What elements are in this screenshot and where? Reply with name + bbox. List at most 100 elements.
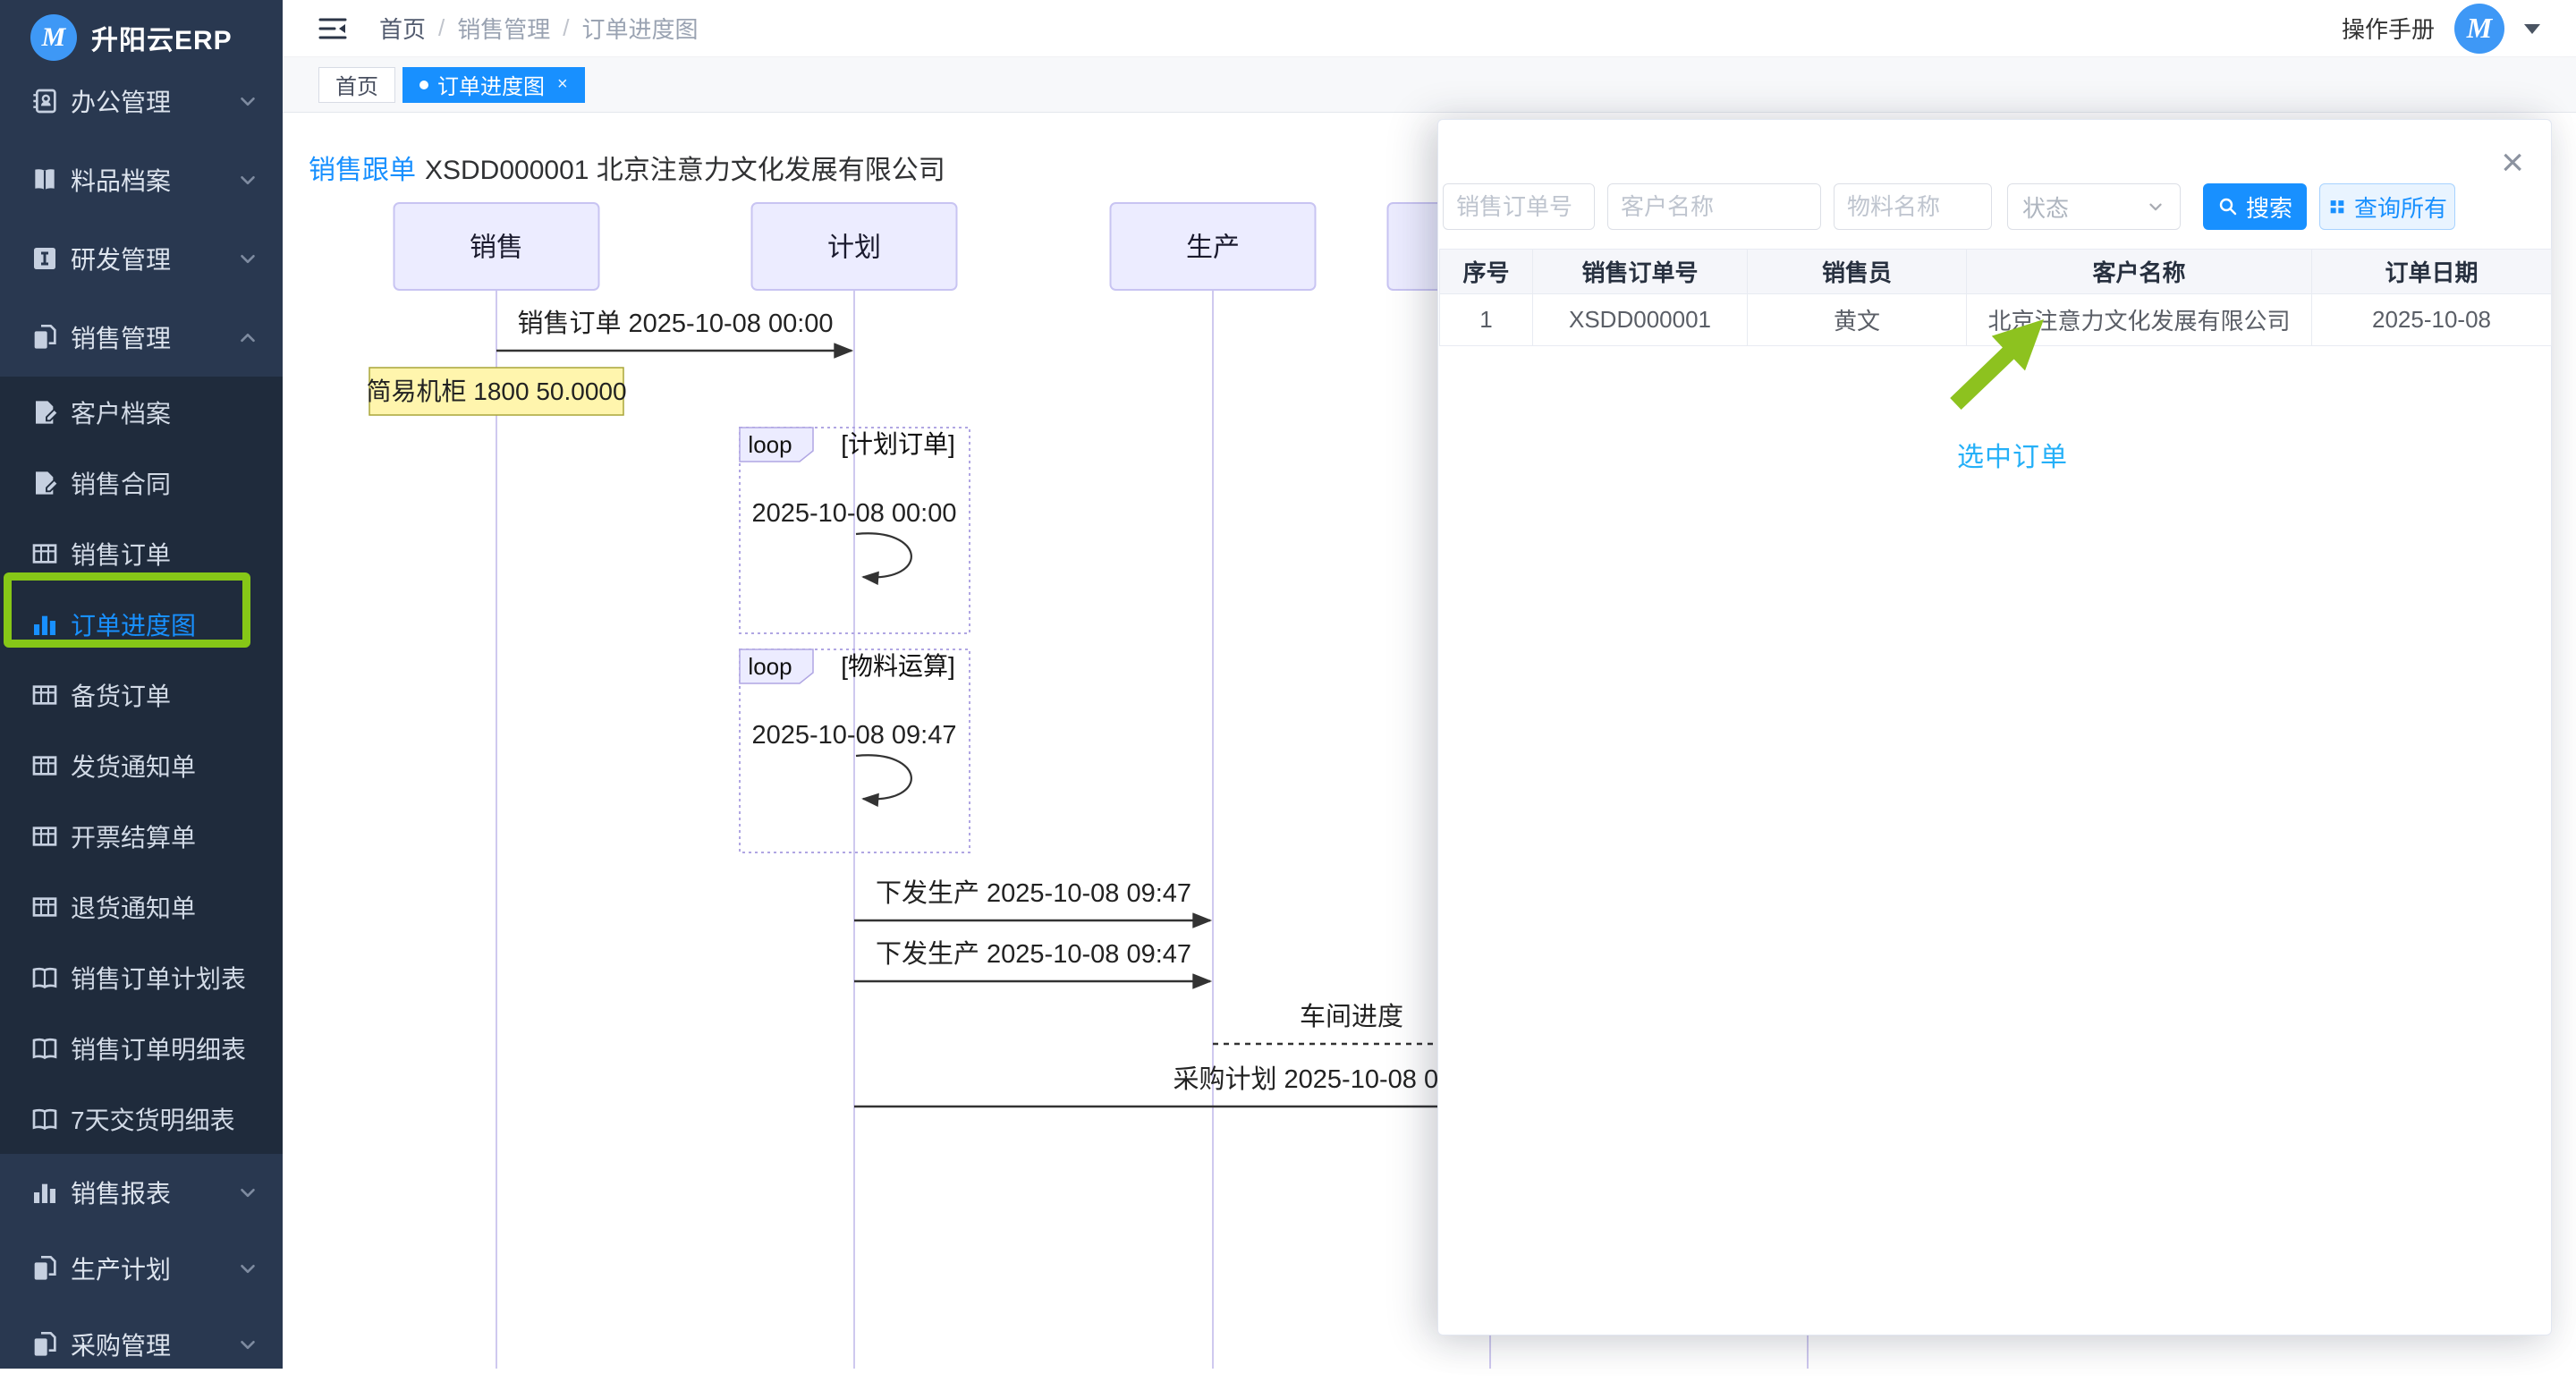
actor-label: 计划 — [827, 233, 881, 263]
sidebar-item-label: 办公管理 — [71, 83, 236, 119]
sidebar-item-sub-10[interactable]: 7天交货明细表 — [0, 1083, 283, 1154]
sidebar-item-sub-7[interactable]: 退货通知单 — [0, 871, 283, 942]
loop-title: loop — [748, 431, 792, 458]
sidebar-item-bottom-1[interactable]: 生产计划 — [0, 1230, 283, 1306]
tab-label: 订单进度图 — [437, 69, 545, 100]
open-book-icon — [30, 1033, 60, 1064]
open-book-icon — [30, 962, 60, 993]
breadcrumb-item-0[interactable]: 首页 — [379, 12, 426, 45]
table-icon — [30, 750, 60, 781]
filter-input-2[interactable] — [1834, 183, 1992, 230]
sidebar-item-sub-4[interactable]: 备货订单 — [0, 659, 283, 730]
orders-col-header-2: 销售员 — [1748, 250, 1967, 294]
sidebar-menu-bottom: 销售报表生产计划采购管理 — [0, 1154, 283, 1382]
app-title: 升阳云ERP — [91, 18, 233, 57]
self-message-label: 2025-10-08 00:00 — [752, 499, 957, 528]
doc-edit-icon — [30, 468, 60, 498]
sidebar-menu-sales-sub: 客户档案销售合同销售订单订单进度图备货订单发货通知单开票结算单退货通知单销售订单… — [0, 377, 283, 1154]
sidebar-item-sub-6[interactable]: 开票结算单 — [0, 801, 283, 871]
orders-col-header-3: 客户名称 — [1967, 250, 2312, 294]
chevron-down-icon — [236, 1181, 259, 1204]
chevron-down-icon — [236, 89, 259, 113]
table-icon — [30, 680, 60, 710]
status-select-placeholder: 状态 — [2022, 191, 2069, 224]
sidebar-item-top-3[interactable]: 销售管理 — [0, 298, 283, 377]
bar-chart-icon — [30, 1177, 60, 1208]
sidebar-item-label: 备货订单 — [71, 677, 259, 713]
sidebar-menu-top: 办公管理料品档案研发管理销售管理 — [0, 62, 283, 377]
breadcrumb-item-1[interactable]: 销售管理 — [457, 12, 550, 45]
selected-order-annotation: 选中订单 — [1957, 435, 2068, 474]
content-area: 销售跟单XSDD000001 北京注意力文化发展有限公司 销售计划生产销售订单 … — [283, 114, 2576, 1369]
erp-app: { "app": {"name": "升阳云ERP", "accent": "#… — [0, 0, 2576, 1369]
order-cell[interactable]: 2025-10-08 — [2312, 294, 2552, 346]
sidebar-item-sub-2[interactable]: 销售订单 — [0, 518, 283, 589]
open-book-icon — [30, 1104, 60, 1134]
tab-0[interactable]: 首页 — [318, 67, 395, 103]
loop-condition: [物料运算] — [841, 652, 955, 680]
order-cell[interactable]: 1 — [1440, 294, 1533, 346]
selected-order-arrow — [1944, 312, 2069, 428]
manual-link[interactable]: 操作手册 — [2342, 12, 2435, 45]
status-select[interactable]: 状态 — [2007, 183, 2181, 230]
sidebar-item-label: 采购管理 — [71, 1327, 236, 1362]
self-message-arc — [856, 755, 911, 799]
tab-label: 首页 — [335, 69, 378, 100]
sidebar-item-label: 销售管理 — [71, 319, 236, 355]
avatar[interactable]: M — [2454, 4, 2504, 54]
sidebar-item-sub-3[interactable]: 订单进度图 — [0, 589, 283, 659]
close-icon[interactable]: × — [2501, 143, 2524, 182]
search-button[interactable]: 搜索 — [2203, 183, 2307, 230]
chevron-down-icon — [236, 1257, 259, 1280]
sidebar-item-sub-5[interactable]: 发货通知单 — [0, 730, 283, 801]
sidebar-item-bottom-2[interactable]: 采购管理 — [0, 1306, 283, 1382]
sidebar-item-top-1[interactable]: 料品档案 — [0, 140, 283, 219]
message-label: 下发生产 2025-10-08 09:47 — [876, 878, 1191, 908]
caret-down-icon[interactable] — [2524, 24, 2540, 42]
bar-chart-icon — [30, 609, 60, 640]
order-cell[interactable]: XSDD000001 — [1533, 294, 1748, 346]
order-cell[interactable]: 黄文 — [1748, 294, 1967, 346]
app-logo-icon: M — [30, 14, 77, 61]
i-square-icon — [30, 243, 60, 274]
filter-input-1[interactable] — [1607, 183, 1821, 230]
loop-title: loop — [748, 653, 792, 680]
table-icon — [30, 538, 60, 569]
notebook-icon — [30, 86, 60, 116]
sidebar-item-top-2[interactable]: 研发管理 — [0, 219, 283, 298]
collapse-menu-icon[interactable] — [318, 17, 347, 40]
sidebar-item-sub-1[interactable]: 销售合同 — [0, 447, 283, 518]
app-logo: M 升阳云ERP — [0, 0, 283, 62]
main-area: 首页/销售管理/订单进度图 操作手册 M 首页订单进度图× 销售跟单XSDD00… — [283, 0, 2576, 1369]
sidebar-item-label: 退货通知单 — [71, 889, 259, 925]
breadcrumb: 首页/销售管理/订单进度图 — [379, 12, 699, 45]
tab-1[interactable]: 订单进度图 × — [402, 67, 585, 103]
sidebar-item-label: 发货通知单 — [71, 748, 259, 784]
sidebar-item-bottom-0[interactable]: 销售报表 — [0, 1154, 283, 1230]
sidebar-item-label: 销售订单计划表 — [71, 960, 259, 996]
sidebar-item-label: 销售订单 — [71, 536, 259, 572]
message-label: 车间进度 — [1300, 1002, 1403, 1031]
sidebar-item-label: 料品档案 — [71, 162, 236, 198]
breadcrumb-item-2: 订单进度图 — [582, 12, 699, 45]
query-all-button[interactable]: 查询所有 — [2319, 183, 2455, 230]
chevron-down-icon — [236, 1333, 259, 1356]
sidebar-item-top-0[interactable]: 办公管理 — [0, 62, 283, 140]
active-tab-dot-icon — [419, 81, 428, 89]
actor-label: 生产 — [1186, 233, 1240, 263]
filter-row: 状态 搜索查询所有 — [1443, 183, 2455, 230]
sidebar-item-sub-0[interactable]: 客户档案 — [0, 377, 283, 447]
search-button-label: 搜索 — [2246, 191, 2292, 224]
sidebar-item-sub-8[interactable]: 销售订单计划表 — [0, 942, 283, 1013]
sidebar-item-sub-9[interactable]: 销售订单明细表 — [0, 1013, 283, 1083]
table-icon — [30, 821, 60, 852]
sidebar-item-label: 订单进度图 — [71, 606, 259, 642]
book-icon — [30, 165, 60, 195]
filter-input-0[interactable] — [1443, 183, 1595, 230]
copy-icon — [30, 1253, 60, 1284]
note-label: 简易机柜 1800 50.0000 — [366, 377, 626, 405]
chevron-down-icon — [2146, 197, 2165, 216]
tab-close-icon[interactable]: × — [557, 74, 568, 95]
orders-col-header-0: 序号 — [1440, 250, 1533, 294]
chevron-down-icon — [236, 168, 259, 191]
